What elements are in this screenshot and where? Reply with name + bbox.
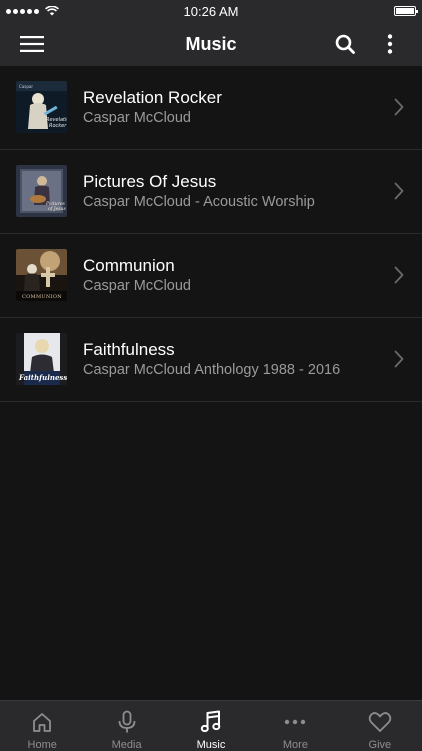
microphone-icon xyxy=(118,710,136,732)
chevron-right-icon xyxy=(394,182,404,200)
tab-label: Give xyxy=(368,739,392,751)
album-info: Communion Caspar McCloud xyxy=(83,256,191,295)
search-icon xyxy=(335,34,355,54)
album-row[interactable]: Faithfulness Faithfulness Caspar McCloud… xyxy=(0,318,422,402)
chevron-right-icon xyxy=(394,350,404,368)
heart-icon xyxy=(368,711,392,732)
album-row[interactable]: COMMUNION Communion Caspar McCloud xyxy=(0,234,422,318)
chevron-right-icon xyxy=(394,266,404,284)
status-time: 10:26 AM xyxy=(183,3,239,19)
tab-label: Music xyxy=(196,739,226,751)
page-title: Music xyxy=(185,33,237,54)
album-art: Faithfulness xyxy=(16,333,67,385)
album-title: Communion xyxy=(83,256,175,275)
hamburger-icon xyxy=(20,36,44,52)
tab-home[interactable]: Home xyxy=(0,701,84,751)
album-title: Faithfulness xyxy=(83,340,175,359)
album-title: Revelation Rocker xyxy=(83,88,222,107)
album-artist: Caspar McCloud Anthology 1988 - 2016 xyxy=(83,362,341,378)
album-art: Pictures of Jesus xyxy=(16,165,67,217)
album-art: Revelation Rocker Caspar xyxy=(16,81,67,133)
tab-label: Home xyxy=(27,739,57,751)
album-title: Pictures Of Jesus xyxy=(83,172,217,191)
music-note-icon xyxy=(200,710,221,732)
search-button[interactable] xyxy=(328,22,362,66)
album-artist: Caspar McCloud xyxy=(83,278,191,294)
album-row[interactable]: Revelation Rocker Caspar Revelation Rock… xyxy=(0,66,422,150)
tab-label: More xyxy=(282,739,308,751)
album-artist: Caspar McCloud xyxy=(83,110,191,126)
vertical-ellipsis-icon xyxy=(387,34,393,54)
battery-icon xyxy=(394,6,418,16)
tab-label: Media xyxy=(111,739,142,751)
chevron-right-icon xyxy=(394,98,404,116)
menu-button[interactable] xyxy=(14,22,50,66)
overflow-menu-button[interactable] xyxy=(376,22,404,66)
tab-give[interactable]: Give xyxy=(338,701,422,751)
tab-bar: Home Media Music More Give xyxy=(0,700,422,751)
album-info: Pictures Of Jesus Caspar McCloud - Acous… xyxy=(83,172,315,211)
tab-media[interactable]: Media xyxy=(84,701,168,751)
svg-text:COMMUNION: COMMUNION xyxy=(22,294,62,300)
status-bar: 10:26 AM xyxy=(0,0,422,22)
tab-more[interactable]: More xyxy=(253,701,337,751)
album-artist: Caspar McCloud - Acoustic Worship xyxy=(83,194,315,210)
album-list: Revelation Rocker Caspar Revelation Rock… xyxy=(0,66,422,402)
album-row[interactable]: Pictures of Jesus Pictures Of Jesus Casp… xyxy=(0,150,422,234)
svg-text:Faithfulness: Faithfulness xyxy=(18,373,67,382)
svg-text:Rocker: Rocker xyxy=(49,123,67,129)
tab-music[interactable]: Music xyxy=(169,701,253,751)
svg-text:of Jesus: of Jesus xyxy=(48,206,66,212)
svg-text:Caspar: Caspar xyxy=(19,84,33,89)
home-icon xyxy=(33,712,52,732)
album-info: Revelation Rocker Caspar McCloud xyxy=(83,88,222,127)
ellipsis-icon xyxy=(285,719,306,724)
album-art: COMMUNION xyxy=(16,249,67,301)
nav-bar: Music xyxy=(0,22,422,66)
album-info: Faithfulness Caspar McCloud Anthology 19… xyxy=(83,340,340,379)
